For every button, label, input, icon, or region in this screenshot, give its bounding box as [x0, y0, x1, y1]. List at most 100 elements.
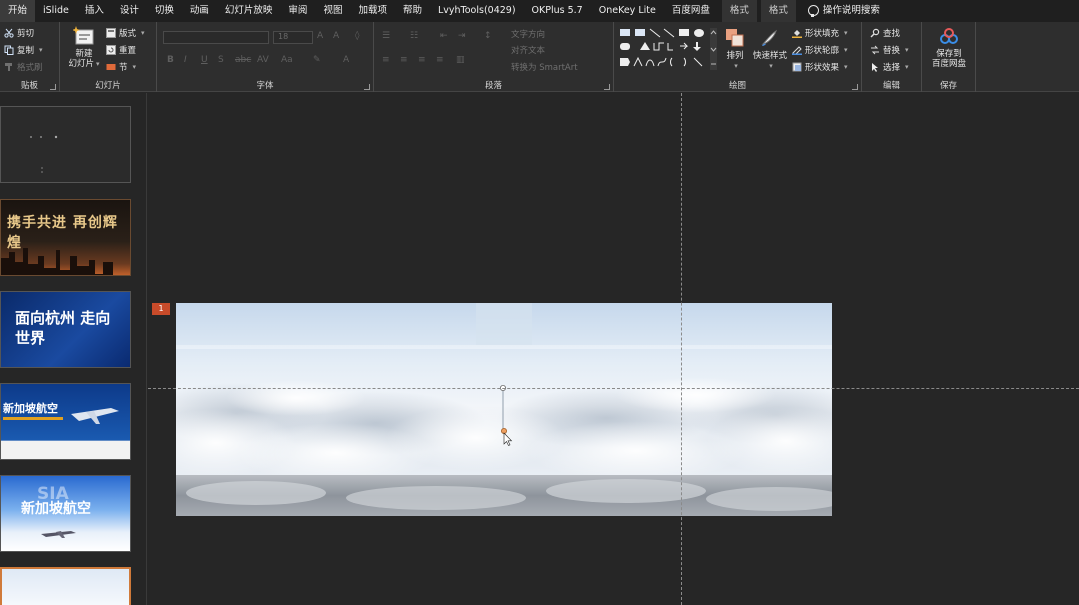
tab-baidu[interactable]: 百度网盘 [664, 0, 718, 22]
grow-font-icon[interactable]: A [317, 31, 323, 41]
tab-home[interactable]: 开始 [0, 0, 36, 22]
replace-icon [871, 45, 879, 55]
numbering-icon[interactable]: ☷ [410, 31, 418, 41]
select-button[interactable]: 选择 [870, 61, 909, 73]
tab-islide[interactable]: iSlide [35, 0, 77, 22]
tab-onekey[interactable]: OneKey Lite [591, 0, 664, 22]
decrease-indent-icon[interactable]: ⇤ [440, 31, 448, 41]
replace-chevron-icon [903, 45, 909, 55]
shadow-icon[interactable]: S [218, 55, 224, 65]
shape-fill-button[interactable]: 形状填充 [792, 27, 848, 39]
vertical-smart-guide[interactable] [681, 93, 682, 605]
tab-animations[interactable]: 动画 [182, 0, 217, 22]
change-case-icon[interactable]: Aa [281, 55, 293, 65]
bullets-icon[interactable]: ☰ [382, 31, 390, 41]
shape-outline-button[interactable]: 形状轮廓 [792, 44, 848, 56]
save-to-baidu-button[interactable]: 保存到 百度网盘 [926, 28, 972, 69]
align-text-button[interactable]: 对齐文本 [511, 44, 545, 56]
group-label-drawing: 绘图 [728, 81, 746, 91]
italic-icon[interactable]: I [184, 55, 187, 65]
copy-dropdown-chevron-icon[interactable] [37, 45, 43, 55]
justify-icon[interactable]: ≡ [436, 55, 444, 65]
highlight-icon[interactable]: ✎ [313, 55, 321, 65]
tab-help[interactable]: 帮助 [395, 0, 430, 22]
tab-slideshow[interactable]: 幻灯片放映 [217, 0, 281, 22]
tab-transitions[interactable]: 切换 [147, 0, 182, 22]
group-font: 18 A A ◊ B I U S abc AV Aa ✎ A 字体 [157, 22, 374, 92]
format-painter-button[interactable]: 格式刷 [4, 61, 43, 73]
slide-thumbnail-1[interactable] [0, 106, 131, 183]
font-launcher-icon[interactable] [364, 84, 370, 90]
current-slide[interactable] [176, 303, 832, 516]
horizontal-smart-guide[interactable] [148, 388, 1079, 389]
section-icon [106, 64, 116, 70]
paintbrush-icon [5, 63, 12, 71]
thumbnail-3-title: 面向杭州 走向世界 [15, 309, 111, 347]
group-paragraph: ☰ ☷ ⇤ ⇥ ↕ 文字方向 对齐文本 转换为 SmartArt ≡ ≡ ≡ ≡… [374, 22, 614, 92]
plane-silhouette-image [41, 531, 76, 538]
tell-me-label: 操作说明搜索 [822, 5, 880, 16]
tab-format-2[interactable]: 格式 [760, 0, 796, 22]
strikethrough-icon[interactable]: abc [235, 55, 251, 65]
tab-review[interactable]: 审阅 [280, 0, 315, 22]
reset-button[interactable]: 重置 [106, 44, 136, 56]
quick-styles-chevron-icon [750, 61, 790, 71]
tab-okplus[interactable]: OKPlus 5.7 [524, 0, 591, 22]
tell-me-search[interactable]: 操作说明搜索 [800, 0, 888, 22]
replace-button[interactable]: 替换 [870, 44, 909, 56]
convert-smartart-button[interactable]: 转换为 SmartArt [511, 61, 578, 73]
font-name-box[interactable] [163, 31, 269, 44]
tab-addins[interactable]: 加载项 [350, 0, 395, 22]
slide-thumbnail-5[interactable]: SIA 新加坡航空 [0, 475, 131, 552]
layout-icon [106, 28, 116, 38]
cut-button[interactable]: 剪切 [4, 27, 34, 39]
increase-indent-icon[interactable]: ⇥ [458, 31, 466, 41]
quick-styles-button[interactable]: 快速样式 [750, 28, 790, 71]
group-save: 保存到 百度网盘 保存 [922, 22, 976, 92]
slide-thumbnail-2[interactable]: 携手共进 再创辉煌 [0, 199, 131, 276]
bold-icon[interactable]: B [167, 55, 174, 65]
cursor-arrow-icon [872, 63, 878, 72]
columns-icon[interactable]: ▥ [456, 55, 465, 65]
font-size-box[interactable]: 18 [273, 31, 313, 44]
slide-thumbnail-pane[interactable]: 携手共进 再创辉煌 面向杭州 走向世界 新加坡航空 SIA 新加坡航空 [0, 93, 147, 605]
section-button[interactable]: 节 [106, 61, 136, 73]
new-slide-button[interactable]: 新建 幻灯片 [64, 26, 104, 69]
shrink-font-icon[interactable]: A [333, 31, 339, 41]
tab-format-1[interactable]: 格式 [721, 0, 757, 22]
align-center-icon[interactable]: ≡ [400, 55, 408, 65]
text-direction-button[interactable]: 文字方向 [511, 28, 545, 40]
line-spacing-icon[interactable]: ↕ [484, 31, 492, 41]
tab-view[interactable]: 视图 [315, 0, 350, 22]
group-label-editing: 编辑 [882, 81, 900, 91]
paragraph-launcher-icon[interactable] [604, 84, 610, 90]
tab-design[interactable]: 设计 [112, 0, 147, 22]
font-color-icon[interactable]: A [343, 55, 349, 65]
shape-effects-button[interactable]: 形状效果 [792, 61, 848, 73]
copy-label: 复制 [17, 46, 35, 56]
shape-outline-chevron-icon [842, 45, 848, 55]
thumbnail-1-dots [30, 135, 58, 173]
arrange-button[interactable]: 排列 [722, 28, 748, 71]
underline-icon[interactable]: U [201, 55, 208, 65]
clear-format-icon[interactable]: ◊ [355, 31, 359, 41]
ribbon-tab-bar: 开始 iSlide 插入 设计 切换 动画 幻灯片放映 审阅 视图 加载项 帮助… [0, 0, 1079, 22]
slide-thumbnail-6-selected[interactable] [0, 567, 131, 605]
cloud-sky-image[interactable] [176, 303, 832, 516]
arrange-icon [726, 29, 744, 47]
align-text-label: 对齐文本 [511, 46, 546, 56]
char-spacing-icon[interactable]: AV [257, 55, 269, 65]
shapes-gallery[interactable] [618, 26, 718, 72]
tab-insert[interactable]: 插入 [77, 0, 112, 22]
clipboard-launcher-icon[interactable] [50, 84, 56, 90]
copy-button[interactable]: 复制 [4, 44, 43, 56]
align-right-icon[interactable]: ≡ [418, 55, 426, 65]
slide-thumbnail-3[interactable]: 面向杭州 走向世界 [0, 291, 131, 368]
tab-lvyhtools[interactable]: LvyhTools(0429) [430, 0, 524, 22]
cut-label: 剪切 [17, 29, 35, 39]
slide-thumbnail-4[interactable]: 新加坡航空 [0, 383, 131, 460]
align-left-icon[interactable]: ≡ [382, 55, 390, 65]
layout-button[interactable]: 版式 [106, 27, 145, 39]
find-button[interactable]: 查找 [870, 27, 900, 39]
drawing-launcher-icon[interactable] [852, 84, 858, 90]
